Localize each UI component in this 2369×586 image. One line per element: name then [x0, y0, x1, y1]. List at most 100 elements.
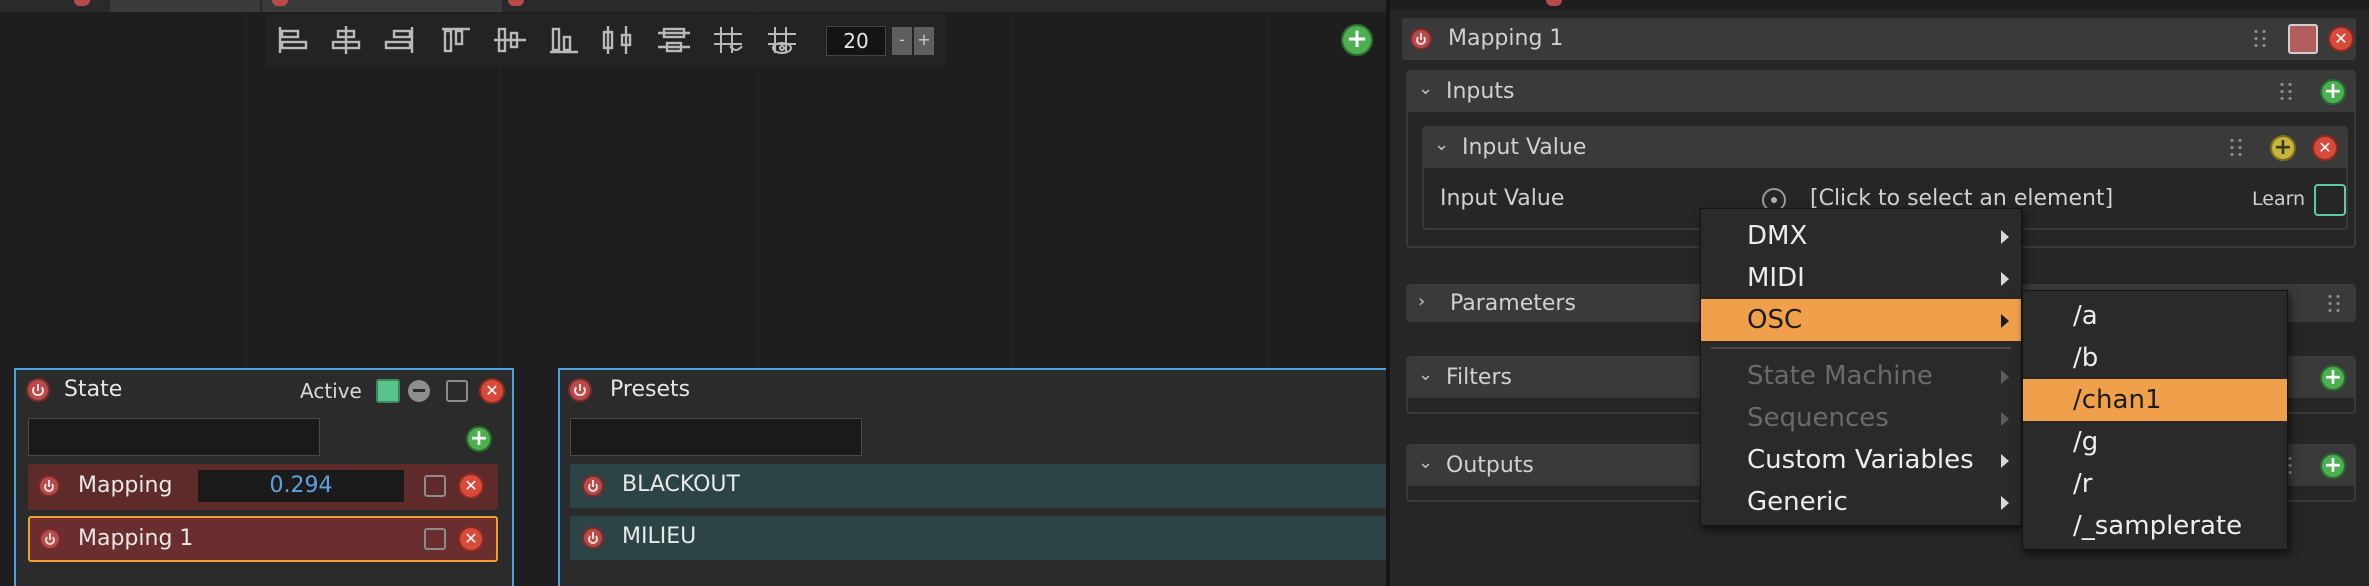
- presets-title: Presets: [610, 377, 691, 402]
- preset-row-milieu[interactable]: MILIEU: [570, 516, 1386, 560]
- menu-item-label: DMX: [1747, 221, 1808, 251]
- submenu-arrow-icon: [2001, 230, 2009, 244]
- drag-handle-icon[interactable]: [2278, 81, 2294, 103]
- state-search-input[interactable]: [28, 418, 320, 456]
- submenu-arrow-icon: [2001, 454, 2009, 468]
- menu-item-dmx[interactable]: DMX: [1701, 215, 2021, 257]
- mapping-row[interactable]: Mapping 0.294 ✕: [28, 464, 498, 510]
- menu-item-label: Generic: [1747, 487, 1848, 517]
- grid-size-increase-button[interactable]: +: [914, 27, 934, 55]
- active-label: Active: [300, 379, 362, 403]
- remove-mapping-icon[interactable]: ✕: [458, 473, 484, 499]
- remove-state-icon[interactable]: ✕: [479, 378, 505, 404]
- filters-label: Filters: [1446, 365, 1512, 390]
- presets-search-input[interactable]: [570, 418, 862, 456]
- show-grid-icon[interactable]: [762, 24, 802, 56]
- learn-checkbox[interactable]: [2314, 184, 2346, 216]
- add-filter-section-icon[interactable]: +: [2320, 365, 2346, 391]
- osc-item-b[interactable]: /b: [2023, 337, 2287, 379]
- osc-item-g[interactable]: /g: [2023, 421, 2287, 463]
- remove-mapping-icon[interactable]: ✕: [2328, 26, 2354, 52]
- submenu-arrow-icon: [2001, 272, 2009, 286]
- drag-handle-icon[interactable]: [2228, 137, 2244, 159]
- parameters-label: Parameters: [1450, 291, 1576, 316]
- align-middle-v-icon[interactable]: [490, 24, 530, 56]
- osc-item-samplerate[interactable]: /_samplerate: [2023, 505, 2287, 547]
- remove-input-icon[interactable]: ✕: [2312, 135, 2338, 161]
- menu-item-osc[interactable]: OSC: [1701, 299, 2021, 341]
- align-right-icon[interactable]: [380, 24, 420, 56]
- menu-item-state-machine: State Machine: [1701, 355, 2021, 397]
- chevron-down-icon[interactable]: ⌄: [1418, 452, 1433, 473]
- tab-power-icon[interactable]: [74, 0, 90, 6]
- top-tab-strip: [0, 0, 1386, 12]
- minimize-icon[interactable]: [408, 380, 430, 402]
- snap-grid-icon[interactable]: [708, 24, 748, 56]
- chevron-down-icon[interactable]: ⌄: [1418, 364, 1433, 385]
- submenu-arrow-icon: [2001, 412, 2009, 426]
- presets-node-panel[interactable]: Presets BLACKOUT MILIEU: [558, 368, 1386, 586]
- inputs-header[interactable]: ⌄ Inputs +: [1408, 72, 2354, 112]
- chevron-down-icon[interactable]: ⌄: [1418, 78, 1433, 99]
- distribute-v-icon[interactable]: [654, 24, 694, 56]
- mapping-value[interactable]: 0.294: [198, 470, 404, 502]
- osc-item-a[interactable]: /a: [2023, 295, 2287, 337]
- mapping-checkbox[interactable]: [424, 475, 446, 497]
- mapping-power-icon[interactable]: [38, 475, 60, 497]
- chevron-right-icon[interactable]: ›: [1418, 291, 1425, 312]
- preset-power-icon[interactable]: [582, 475, 604, 497]
- inspector-top-strip: [1390, 0, 2369, 10]
- tab-power-icon[interactable]: [508, 0, 524, 6]
- distribute-h-icon[interactable]: [598, 24, 638, 56]
- mapping-1-checkbox[interactable]: [424, 528, 446, 550]
- mapping-1-power-icon[interactable]: [39, 528, 61, 550]
- tab-stub[interactable]: [110, 0, 260, 12]
- chevron-down-icon[interactable]: ⌄: [1434, 134, 1449, 155]
- inputs-label: Inputs: [1446, 79, 1515, 104]
- remove-mapping-1-icon[interactable]: ✕: [458, 526, 484, 552]
- outputs-label: Outputs: [1446, 453, 1534, 478]
- input-value-header[interactable]: ⌄ Input Value + ✕: [1424, 128, 2346, 168]
- mapping-1-header[interactable]: Mapping 1 ✕: [1402, 18, 2356, 60]
- drag-handle-icon[interactable]: [2326, 293, 2342, 315]
- color-swatch[interactable]: [2288, 24, 2318, 54]
- align-bottom-icon[interactable]: [544, 24, 584, 56]
- menu-item-label: Sequences: [1747, 403, 1889, 433]
- menu-item-label: MIDI: [1747, 263, 1805, 293]
- presets-power-icon[interactable]: [568, 378, 592, 402]
- osc-item-chan1[interactable]: /chan1: [2023, 379, 2287, 421]
- add-filter-icon[interactable]: +: [2270, 135, 2296, 161]
- menu-item-label: OSC: [1747, 305, 1803, 335]
- state-node-panel[interactable]: State Active ✕ + Mapping 0.294 ✕ Mapping…: [14, 368, 514, 586]
- state-toggle-checkbox[interactable]: [446, 380, 468, 402]
- add-input-icon[interactable]: +: [2320, 79, 2346, 105]
- osc-item-r[interactable]: /r: [2023, 463, 2287, 505]
- menu-item-midi[interactable]: MIDI: [1701, 257, 2021, 299]
- active-checkbox[interactable]: [376, 379, 400, 403]
- align-left-icon[interactable]: [272, 24, 312, 56]
- preset-row-blackout[interactable]: BLACKOUT: [570, 464, 1386, 508]
- add-output-icon[interactable]: +: [2320, 453, 2346, 479]
- mapping-1-row[interactable]: Mapping 1 ✕: [28, 516, 498, 562]
- grid-size-field[interactable]: 20: [826, 26, 886, 56]
- grid-size-decrease-button[interactable]: -: [892, 27, 912, 55]
- add-state-icon[interactable]: +: [1341, 24, 1373, 56]
- menu-item-custom-variables[interactable]: Custom Variables: [1701, 439, 2021, 481]
- input-value-row-label: Input Value: [1440, 186, 1565, 211]
- state-title: State: [64, 377, 123, 402]
- grid-line: [246, 12, 247, 372]
- state-machine-editor[interactable]: 20 - + + State Active ✕ + Mapping 0.294 …: [0, 0, 1386, 586]
- add-mapping-icon[interactable]: +: [466, 426, 492, 452]
- state-power-icon[interactable]: [26, 378, 50, 402]
- menu-item-label: Custom Variables: [1747, 445, 1974, 475]
- tab-stub[interactable]: [262, 0, 502, 12]
- drag-handle-icon[interactable]: [2252, 28, 2268, 50]
- align-center-h-icon[interactable]: [326, 24, 366, 56]
- menu-item-generic[interactable]: Generic: [1701, 481, 2021, 523]
- grid-line: [1012, 12, 1013, 372]
- preset-power-icon[interactable]: [582, 527, 604, 549]
- mapping-1-enable-icon[interactable]: [1410, 28, 1432, 50]
- align-top-icon[interactable]: [436, 24, 476, 56]
- osc-submenu: /a /b /chan1 /g /r /_samplerate: [2022, 290, 2288, 550]
- menu-item-label: State Machine: [1747, 361, 1933, 391]
